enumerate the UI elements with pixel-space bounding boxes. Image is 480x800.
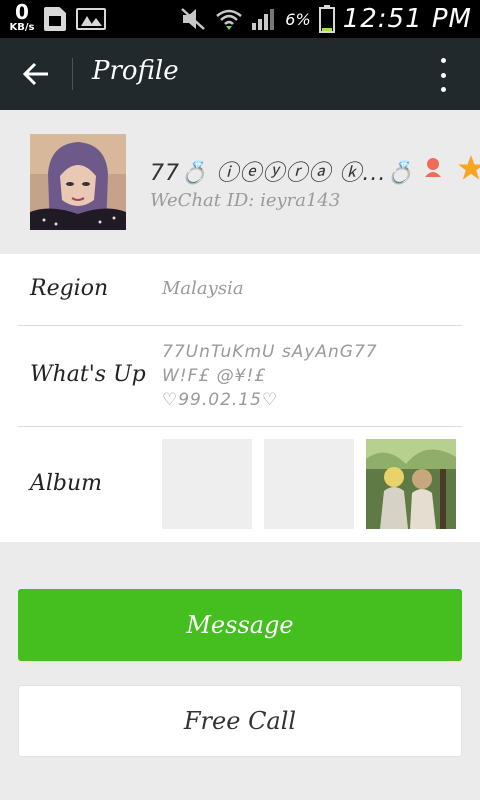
status-bar: 0 KB/s 6% 12:51 PM xyxy=(0,0,480,38)
network-speed: 0 KB/s xyxy=(4,2,40,33)
mute-icon xyxy=(179,7,207,31)
female-icon xyxy=(423,157,443,185)
sim-icon xyxy=(44,7,66,31)
battery-percent: 6% xyxy=(285,9,311,29)
profile-name-line: 77💍 ⓘⓔⓨⓡⓐ ⓚ...💍 xyxy=(150,154,480,188)
battery-icon xyxy=(318,5,335,33)
album-thumbnail[interactable] xyxy=(366,439,456,529)
more-options-button[interactable] xyxy=(434,58,452,92)
album-row[interactable]: Album xyxy=(18,427,462,542)
wechat-id: WeChat ID: ieyra143 xyxy=(150,190,341,211)
gallery-icon xyxy=(76,8,106,30)
profile-header: 77💍 ⓘⓔⓨⓡⓐ ⓚ...💍 WeChat ID: ieyra143 xyxy=(0,110,480,254)
page-title: Profile xyxy=(92,56,179,86)
star-icon[interactable] xyxy=(457,154,480,188)
whats-up-value: 77UnTuKmU sAyAnG77 W!F£ @¥!£ ♡99.02.15♡ xyxy=(162,342,378,410)
region-value: Malaysia xyxy=(162,278,244,299)
album-thumbnail[interactable] xyxy=(162,439,252,529)
whats-up-row: What's Up 77UnTuKmU sAyAnG77 W!F£ @¥!£ ♡… xyxy=(18,326,462,427)
whats-up-label: What's Up xyxy=(30,362,146,387)
album-thumbnail[interactable] xyxy=(264,439,354,529)
profile-name: 77💍 ⓘⓔⓨⓡⓐ ⓚ...💍 xyxy=(150,161,415,186)
region-row: Region Malaysia xyxy=(18,254,462,326)
avatar[interactable] xyxy=(30,134,126,230)
clock: 12:51 PM xyxy=(342,4,472,34)
region-label: Region xyxy=(30,276,109,301)
album-label: Album xyxy=(30,471,103,496)
app-bar-divider xyxy=(72,58,73,90)
network-speed-unit: KB/s xyxy=(9,22,35,33)
arrow-left-icon xyxy=(22,62,48,86)
back-button[interactable] xyxy=(14,54,58,94)
signal-icon xyxy=(251,7,277,31)
profile-details: Region Malaysia What's Up 77UnTuKmU sAyA… xyxy=(0,254,480,542)
wifi-icon xyxy=(215,7,243,31)
network-speed-value: 0 xyxy=(15,0,29,24)
free-call-button[interactable]: Free Call xyxy=(18,685,462,757)
app-bar: Profile xyxy=(0,38,480,110)
message-button[interactable]: Message xyxy=(18,589,462,661)
more-vertical-icon xyxy=(440,58,446,63)
